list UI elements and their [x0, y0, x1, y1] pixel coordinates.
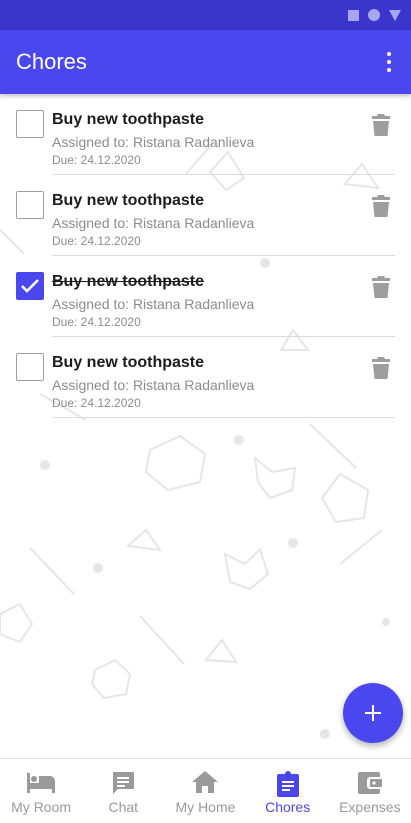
- chore-assignee: Assigned to: Ristana Radanlieva: [52, 296, 255, 312]
- nav-item-chores[interactable]: Chores: [247, 759, 329, 823]
- add-icon: [365, 705, 381, 721]
- status-icons: [348, 9, 401, 21]
- status-triangle-icon: [389, 9, 401, 21]
- chat-icon: [113, 772, 135, 794]
- chore-assignee: Assigned to: Ristana Radanlieva: [52, 377, 255, 393]
- wallet-icon: [357, 772, 382, 794]
- page-title: Chores: [16, 49, 87, 74]
- delete-icon[interactable]: [372, 195, 390, 217]
- chore-checkbox[interactable]: [16, 191, 44, 219]
- chore-checkbox[interactable]: [16, 110, 44, 138]
- chore-title: Buy new toothpaste: [52, 192, 205, 209]
- delete-icon[interactable]: [372, 357, 390, 379]
- bed-icon: [27, 773, 56, 793]
- chore-row[interactable]: Buy new toothpaste Assigned to: Ristana …: [0, 94, 411, 175]
- nav-item-my-home[interactable]: My Home: [164, 759, 246, 823]
- chore-due-date: Due: 24.12.2020: [52, 153, 141, 167]
- chore-title: Buy new toothpaste: [52, 354, 205, 371]
- delete-icon[interactable]: [372, 114, 390, 136]
- nav-label: My Home: [175, 799, 236, 815]
- chore-row[interactable]: Buy new toothpaste Assigned to: Ristana …: [0, 256, 411, 337]
- delete-icon[interactable]: [372, 276, 390, 298]
- nav-label: Chores: [265, 799, 311, 815]
- status-circle-icon: [368, 9, 380, 21]
- chore-assignee: Assigned to: Ristana Radanlieva: [52, 134, 255, 150]
- chore-due-date: Due: 24.12.2020: [52, 396, 141, 410]
- nav-label: Chat: [108, 799, 139, 815]
- chore-due-date: Due: 24.12.2020: [52, 315, 141, 329]
- check-icon: [21, 279, 39, 293]
- home-icon: [192, 771, 219, 793]
- nav-label: My Room: [11, 799, 72, 815]
- nav-item-my-room[interactable]: My Room: [0, 759, 82, 823]
- chore-checkbox[interactable]: [16, 353, 44, 381]
- chore-checkbox[interactable]: [16, 272, 44, 300]
- assignment-icon: [276, 771, 299, 797]
- more-vert-icon[interactable]: [381, 50, 397, 74]
- status-square-icon: [348, 9, 359, 21]
- chore-row[interactable]: Buy new toothpaste Assigned to: Ristana …: [0, 337, 411, 418]
- chore-assignee: Assigned to: Ristana Radanlieva: [52, 215, 255, 231]
- add-chore-button[interactable]: [343, 683, 403, 743]
- chore-list: Buy new toothpaste Assigned to: Ristana …: [0, 94, 411, 418]
- row-divider: [52, 417, 395, 418]
- app-bar: Chores: [0, 30, 411, 94]
- chore-title: Buy new toothpaste: [52, 111, 205, 128]
- nav-label: Expenses: [339, 799, 401, 815]
- nav-item-expenses[interactable]: Expenses: [329, 759, 411, 823]
- nav-item-chat[interactable]: Chat: [82, 759, 164, 823]
- chore-due-date: Due: 24.12.2020: [52, 234, 141, 248]
- bottom-navigation: My Room Chat My Home Chores Expenses: [0, 758, 411, 823]
- chore-title: Buy new toothpaste: [52, 273, 205, 290]
- chore-row[interactable]: Buy new toothpaste Assigned to: Ristana …: [0, 175, 411, 256]
- status-bar: [0, 0, 411, 30]
